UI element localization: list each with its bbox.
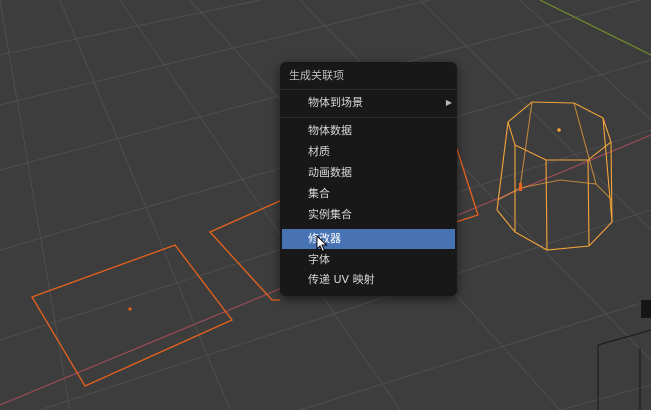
menu-title: 生成关联项 bbox=[289, 69, 344, 82]
menu-item-label: 物体到场景 bbox=[308, 96, 363, 109]
y-axis-line bbox=[539, 0, 651, 56]
plane-origin-dot bbox=[128, 307, 132, 311]
cylinder-origin-dot bbox=[557, 128, 561, 132]
menu-item-label: 动画数据 bbox=[308, 166, 352, 179]
menu-item-object-to-scene[interactable]: 物体到场景 ▶ bbox=[280, 93, 457, 113]
menu-item-copy-uv-maps[interactable]: 传递 UV 映射 bbox=[280, 270, 457, 290]
menu-item-object-data[interactable]: 物体数据 bbox=[280, 121, 457, 141]
menu-item-collection[interactable]: 集合 bbox=[280, 184, 457, 204]
menu-item-label: 传递 UV 映射 bbox=[308, 273, 375, 286]
menu-item-animation-data[interactable]: 动画数据 bbox=[280, 163, 457, 183]
menu-item-label: 集合 bbox=[308, 187, 330, 200]
cylinder-origin-marker bbox=[519, 183, 522, 191]
link-transfer-menu: 生成关联项 物体到场景 ▶ 物体数据 材质 动画数据 集合 实例集合 修改器 字… bbox=[280, 62, 457, 296]
menu-item-label: 物体数据 bbox=[308, 124, 352, 137]
menu-item-instance-collection[interactable]: 实例集合 bbox=[280, 205, 457, 225]
menu-separator bbox=[280, 117, 457, 118]
menu-item-label: 实例集合 bbox=[308, 208, 352, 221]
menu-separator bbox=[280, 89, 457, 90]
menu-item-label: 字体 bbox=[308, 253, 330, 266]
menu-item-modifiers[interactable]: 修改器 bbox=[282, 229, 455, 249]
corner-dark-block bbox=[641, 300, 651, 318]
mouse-cursor-icon bbox=[316, 235, 328, 253]
menu-item-label: 材质 bbox=[308, 145, 330, 158]
menu-item-fonts[interactable]: 字体 bbox=[280, 250, 457, 270]
triangle-right-icon: ▶ bbox=[445, 98, 452, 107]
active-cylinder-wireframe bbox=[496, 101, 613, 251]
menu-item-material[interactable]: 材质 bbox=[280, 142, 457, 162]
corner-object-wireframe bbox=[597, 329, 651, 410]
